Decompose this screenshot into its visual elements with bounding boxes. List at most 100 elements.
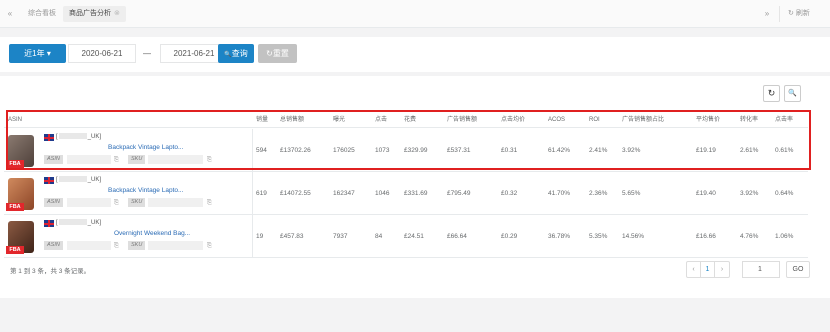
tab-scroll-right-icon[interactable]: » <box>761 8 773 20</box>
cell-ctr: 0.61% <box>775 147 794 154</box>
cell-avg-price: £19.40 <box>696 190 716 197</box>
cell-ctr: 1.06% <box>775 233 794 240</box>
divider <box>252 215 253 258</box>
tab-scroll-left-icon[interactable]: « <box>4 8 16 20</box>
asin-value <box>67 155 111 164</box>
column-header-units[interactable]: 销量 <box>256 112 268 128</box>
fba-badge: FBA <box>6 203 24 211</box>
uk-flag-icon <box>44 134 54 141</box>
column-header-avg-price[interactable]: 平均售价 <box>696 112 720 128</box>
cell-clicks: 84 <box>375 233 383 240</box>
close-icon[interactable]: ⊗ <box>114 10 120 17</box>
product-title-link[interactable]: Backpack Vintage Lapto... <box>108 143 183 152</box>
cell-acos: 41.70% <box>548 190 571 197</box>
reset-label: 重置 <box>272 49 289 58</box>
table-search-button[interactable]: 🔍 <box>784 85 801 102</box>
sku-value <box>148 155 203 164</box>
chevron-down-icon: ▾ <box>46 49 51 58</box>
date-range-dropdown[interactable]: 近1年 ▾ <box>9 44 66 63</box>
column-header-total-sales[interactable]: 总销售额 <box>280 112 304 128</box>
store-name: [_UK] <box>56 219 102 226</box>
refresh-icon: ↻ <box>767 88 776 98</box>
prev-page-button[interactable]: ‹ <box>687 262 701 277</box>
cell-ad-sales: £66.64 <box>447 233 467 240</box>
tab-dashboard[interactable]: 综合看板 <box>22 6 62 22</box>
start-date-input[interactable]: 2020-06-21 <box>68 44 136 63</box>
cell-total-sales: £13702.26 <box>280 147 311 154</box>
page-number-button[interactable]: 1 <box>701 262 715 277</box>
fba-badge: FBA <box>6 246 24 254</box>
column-header-ad-sales[interactable]: 广告销售额 <box>447 112 477 128</box>
column-header-cpc[interactable]: 点击均价 <box>501 112 525 128</box>
sku-tag: SKU <box>128 198 146 207</box>
column-header-conversion-rate[interactable]: 转化率 <box>740 112 758 128</box>
go-button[interactable]: GO <box>786 261 810 278</box>
copy-icon[interactable]: ⎘ <box>207 156 212 164</box>
copy-icon[interactable]: ⎘ <box>114 156 119 164</box>
copy-icon[interactable]: ⎘ <box>114 242 119 250</box>
cell-avg-price: £16.66 <box>696 233 716 240</box>
product-title-link[interactable]: Backpack Vintage Lapto... <box>108 186 183 195</box>
column-header-asin[interactable]: ASIN <box>8 112 22 128</box>
column-header-clicks[interactable]: 点击 <box>375 112 387 128</box>
product-title-link[interactable]: Overnight Weekend Bag... <box>114 229 190 238</box>
next-page-button[interactable]: › <box>715 262 729 277</box>
refresh-icon: ↻ <box>788 10 794 17</box>
column-header-roi[interactable]: ROI <box>589 112 600 128</box>
column-header-acos[interactable]: ACOS <box>548 112 565 128</box>
copy-icon[interactable]: ⎘ <box>114 199 119 207</box>
refresh-tab-button[interactable]: ↻ 刷新 <box>788 8 810 20</box>
divider <box>252 172 253 215</box>
store-name: [_UK] <box>56 133 102 140</box>
uk-flag-icon <box>44 220 54 227</box>
column-header-ad-sales-ratio[interactable]: 广告销售额占比 <box>622 112 664 128</box>
cell-roi: 2.41% <box>589 147 608 154</box>
table-row: FBA [_UK] Backpack Vintage Lapto... ASIN… <box>4 172 808 215</box>
table-refresh-button[interactable]: ↻ <box>763 85 780 102</box>
cell-impressions: 176025 <box>333 147 355 154</box>
table-panel: ↻ 🔍 ASIN 销量 总销售额 曝光 点击 花费 广告销售额 点击均价 ACO… <box>0 76 830 298</box>
cell-cpc: £0.32 <box>501 190 518 197</box>
search-label: 查询 <box>231 49 248 58</box>
sku-tag: SKU <box>128 155 146 164</box>
asin-value <box>67 241 111 250</box>
sku-tag: SKU <box>128 241 146 250</box>
fba-badge: FBA <box>6 160 24 168</box>
column-header-impressions[interactable]: 曝光 <box>333 112 345 128</box>
asin-tag: ASIN <box>44 198 63 207</box>
search-icon: 🔍 <box>788 90 797 97</box>
copy-icon[interactable]: ⎘ <box>207 199 212 207</box>
cell-cpc: £0.29 <box>501 233 518 240</box>
column-header-spend[interactable]: 花费 <box>404 112 416 128</box>
cell-total-sales: £14072.55 <box>280 190 311 197</box>
store-name: [_UK] <box>56 176 102 183</box>
search-button[interactable]: 🔍查询 <box>218 44 254 63</box>
cell-conversion-rate: 2.61% <box>740 147 759 154</box>
divider <box>779 6 780 22</box>
reset-icon: ↻ <box>266 49 273 58</box>
cell-ad-sales-ratio: 14.56% <box>622 233 645 240</box>
sku-value <box>148 198 203 207</box>
cell-acos: 61.42% <box>548 147 571 154</box>
cell-avg-price: £19.19 <box>696 147 716 154</box>
cell-conversion-rate: 3.92% <box>740 190 759 197</box>
pagination: ‹ 1 › <box>686 261 730 278</box>
reset-button[interactable]: ↻重置 <box>258 44 297 63</box>
copy-icon[interactable]: ⎘ <box>207 242 212 250</box>
cell-units: 619 <box>256 190 267 197</box>
cell-total-sales: £457.83 <box>280 233 304 240</box>
tab-product-ad-analysis[interactable]: 商品广告分析 ⊗ <box>63 6 126 22</box>
column-header-ctr[interactable]: 点击率 <box>775 112 793 128</box>
asin-tag: ASIN <box>44 241 63 250</box>
cell-cpc: £0.31 <box>501 147 518 154</box>
page-jump-input[interactable]: 1 <box>742 261 780 278</box>
sku-value <box>148 241 203 250</box>
cell-ad-sales-ratio: 5.65% <box>622 190 641 197</box>
cell-roi: 5.35% <box>589 233 608 240</box>
cell-acos: 36.78% <box>548 233 571 240</box>
asin-tag: ASIN <box>44 155 63 164</box>
date-separator: — <box>143 49 151 58</box>
cell-spend: £329.99 <box>404 147 428 154</box>
cell-ad-sales: £795.49 <box>447 190 471 197</box>
cell-units: 19 <box>256 233 264 240</box>
